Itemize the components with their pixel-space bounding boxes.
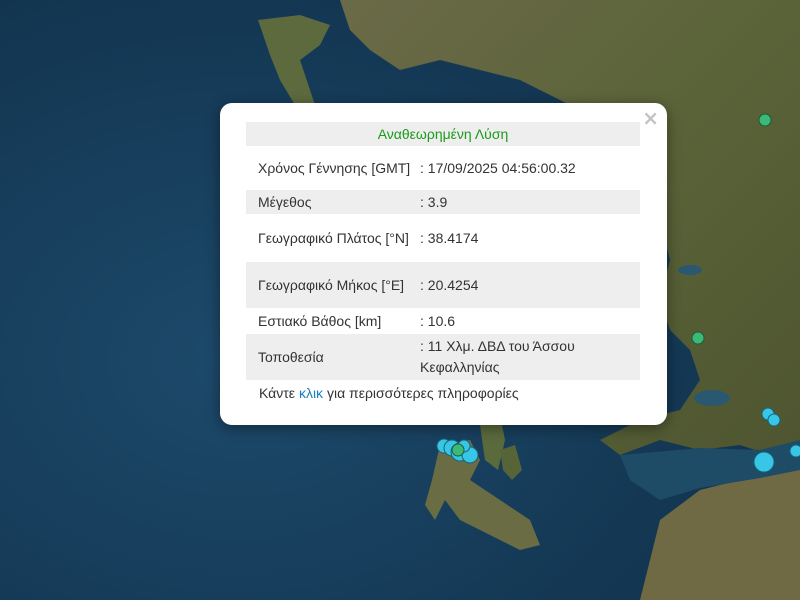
row-value: : 11 Χλμ. ΔΒΔ του Άσσου Κεφαλληνίας <box>420 334 640 380</box>
row-value: : 20.4254 <box>420 262 640 308</box>
earthquake-info-popup: × Αναθεωρημένη Λύση Χρόνος Γέννησης [GMT… <box>220 103 667 425</box>
row-value: : 3.9 <box>420 190 640 214</box>
earthquake-marker[interactable] <box>753 451 775 473</box>
row-label: Τοποθεσία <box>246 334 420 380</box>
row-label: Γεωγραφικό Πλάτος [°N] <box>258 229 409 246</box>
row-label: Εστιακό Βάθος [km] <box>258 312 382 329</box>
table-row: Γεωγραφικό Μήκος [°E] : 20.4254 <box>246 262 640 308</box>
lake <box>678 265 702 275</box>
table-row: Αναθεωρημένη Λύση <box>246 122 640 146</box>
row-value: : 10.6 <box>420 312 456 329</box>
earthquake-details-table: Αναθεωρημένη Λύση Χρόνος Γέννησης [GMT] … <box>246 122 640 380</box>
lake <box>694 390 730 406</box>
table-row: Γεωγραφικό Πλάτος [°N] : 38.4174 <box>246 214 640 262</box>
more-info-text: Κάντε κλικ για περισσότερες πληροφορίες <box>259 385 519 401</box>
row-label: Μέγεθος <box>246 190 420 214</box>
table-row: Χρόνος Γέννησης [GMT] : 17/09/2025 04:56… <box>246 146 640 190</box>
more-info-suffix: για περισσότερες πληροφορίες <box>326 385 519 401</box>
table-row: Μέγεθος : 3.9 <box>246 190 640 214</box>
table-row: Τοποθεσία : 11 Χλμ. ΔΒΔ του Άσσου Κεφαλλ… <box>246 334 640 380</box>
popup-title: Αναθεωρημένη Λύση <box>246 122 640 146</box>
earthquake-marker-selected[interactable] <box>451 443 465 457</box>
earthquake-marker[interactable] <box>758 113 772 127</box>
row-value: : 38.4174 <box>420 229 479 246</box>
close-icon[interactable]: × <box>642 108 659 128</box>
row-label: Γεωγραφικό Μήκος [°E] <box>246 262 420 308</box>
row-label: Χρόνος Γέννησης [GMT] <box>258 159 411 176</box>
table-row: Εστιακό Βάθος [km] : 10.6 <box>246 308 640 334</box>
more-info-link[interactable]: κλικ <box>299 385 323 401</box>
earthquake-marker[interactable] <box>767 413 781 427</box>
row-value: : 17/09/2025 04:56:00.32 <box>420 159 576 176</box>
earthquake-marker[interactable] <box>789 444 800 458</box>
more-info-prefix: Κάντε <box>259 385 296 401</box>
earthquake-marker[interactable] <box>691 331 705 345</box>
popup-tip <box>220 413 667 437</box>
